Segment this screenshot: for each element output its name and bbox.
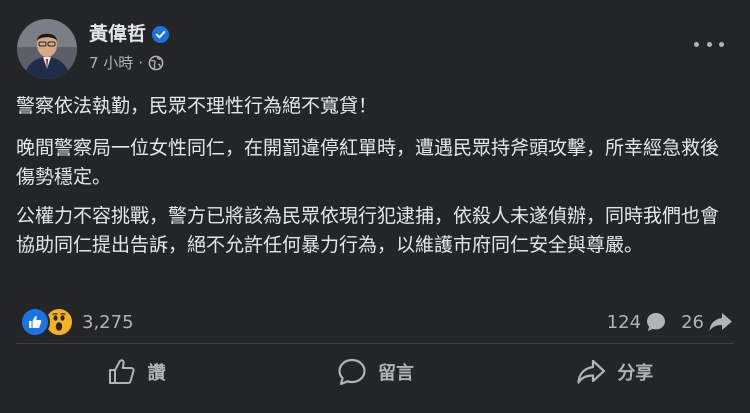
comment-count[interactable]: 124 <box>607 311 667 333</box>
comment-button-label: 留言 <box>377 363 414 384</box>
thumbs-up-icon <box>108 359 135 384</box>
engagement-stats: 124 26 <box>607 307 734 337</box>
post-meta: 7 小時 · <box>89 52 164 74</box>
post-paragraph: 警察依法執勤，民眾不理性行為絕不寬貸！ <box>16 95 378 117</box>
comment-icon <box>338 358 366 386</box>
post-paragraph: 公權力不容挑戰，警方已將該為民眾依現行犯逮捕，依殺人未遂偵辦，同時我們也會協助同… <box>16 205 720 256</box>
verified-badge-icon <box>152 25 170 43</box>
facebook-post: 黃偉哲 7 小時 · 警察依法執勤，民眾不理性行為絕不寬貸！ 晚間警察局一位女性… <box>0 0 750 413</box>
comment-count-value: 124 <box>606 311 642 333</box>
globe-icon[interactable] <box>148 55 164 71</box>
share-button-label: 分享 <box>617 363 654 384</box>
author-name[interactable]: 黃偉哲 <box>89 22 146 46</box>
comment-bubble-icon <box>647 313 666 331</box>
share-arrow-icon <box>709 313 732 331</box>
more-dot-icon <box>719 41 724 47</box>
share-button[interactable]: 分享 <box>495 350 734 394</box>
more-options-button[interactable] <box>694 34 724 54</box>
share-count-value: 26 <box>681 311 704 333</box>
more-dot-icon <box>706 41 712 47</box>
post-paragraph: 晚間警察局一位女性同仁，在開罰違停紅單時，遭遇民眾持斧頭攻擊，所幸經急救後傷勢穩… <box>16 137 720 188</box>
post-content: 警察依法執勤，民眾不理性行為絕不寬貸！ 晚間警察局一位女性同仁，在開罰違停紅單時… <box>16 92 731 270</box>
like-button-label: 讚 <box>147 363 166 384</box>
author-row: 黃偉哲 <box>89 22 170 46</box>
avatar-image <box>17 19 77 79</box>
post-actions: 讚 留言 分享 <box>16 350 734 394</box>
reactions-summary[interactable]: 3,275 <box>20 307 134 337</box>
avatar[interactable] <box>17 19 77 79</box>
like-button[interactable]: 讚 <box>16 350 255 394</box>
more-dot-icon <box>694 41 699 47</box>
share-icon <box>577 359 606 384</box>
like-icon <box>20 307 50 337</box>
reaction-count[interactable]: 3,275 <box>82 312 134 333</box>
share-count[interactable]: 26 <box>681 311 734 333</box>
comment-button[interactable]: 留言 <box>255 350 494 394</box>
divider <box>16 343 734 344</box>
meta-separator: · <box>138 54 144 72</box>
post-timestamp[interactable]: 7 小時 <box>89 52 133 74</box>
